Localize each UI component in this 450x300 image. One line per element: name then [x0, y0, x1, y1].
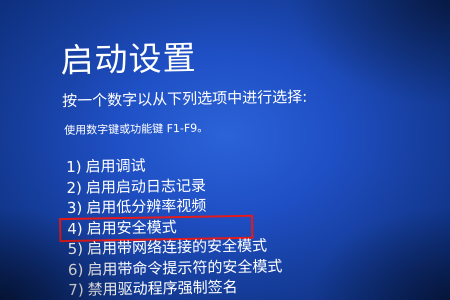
page-title: 启动设置	[60, 38, 197, 80]
startup-settings-screen: 启动设置 按一个数字以从下列选项中进行选择: 使用数字键或功能键 F1-F9。 …	[0, 0, 450, 300]
option-number: 1)	[66, 157, 82, 176]
option-label: 启用调试	[85, 156, 146, 176]
option-number: 5)	[67, 239, 84, 258]
option-label: 禁用驱动程序强制签名	[87, 278, 238, 299]
options-list: 1) 启用调试 2) 启用启动日志记录 3) 启用低分辨率视频 4) 启用安全模式 5)…	[59, 153, 283, 300]
option-number: 4)	[67, 219, 83, 238]
option-number: 6)	[67, 260, 84, 279]
instruction-text: 按一个数字以从下列选项中进行选择:	[62, 87, 308, 110]
option-label: 启用安全模式	[86, 217, 177, 238]
option-label: 启用带网络连接的安全模式	[86, 236, 268, 258]
option-label: 启用带命令提示符的安全模式	[87, 256, 283, 279]
option-number: 2)	[66, 178, 83, 197]
hint-text: 使用数字键或功能键 F1-F9。	[64, 121, 209, 137]
option-label: 启用启动日志记录	[85, 176, 207, 197]
option-number: 3)	[66, 198, 83, 217]
option-disable-driver-signature-enforcement[interactable]: 7) 禁用驱动程序强制签名	[68, 276, 283, 300]
option-label: 启用低分辨率视频	[86, 196, 207, 217]
option-number: 7)	[68, 280, 84, 299]
